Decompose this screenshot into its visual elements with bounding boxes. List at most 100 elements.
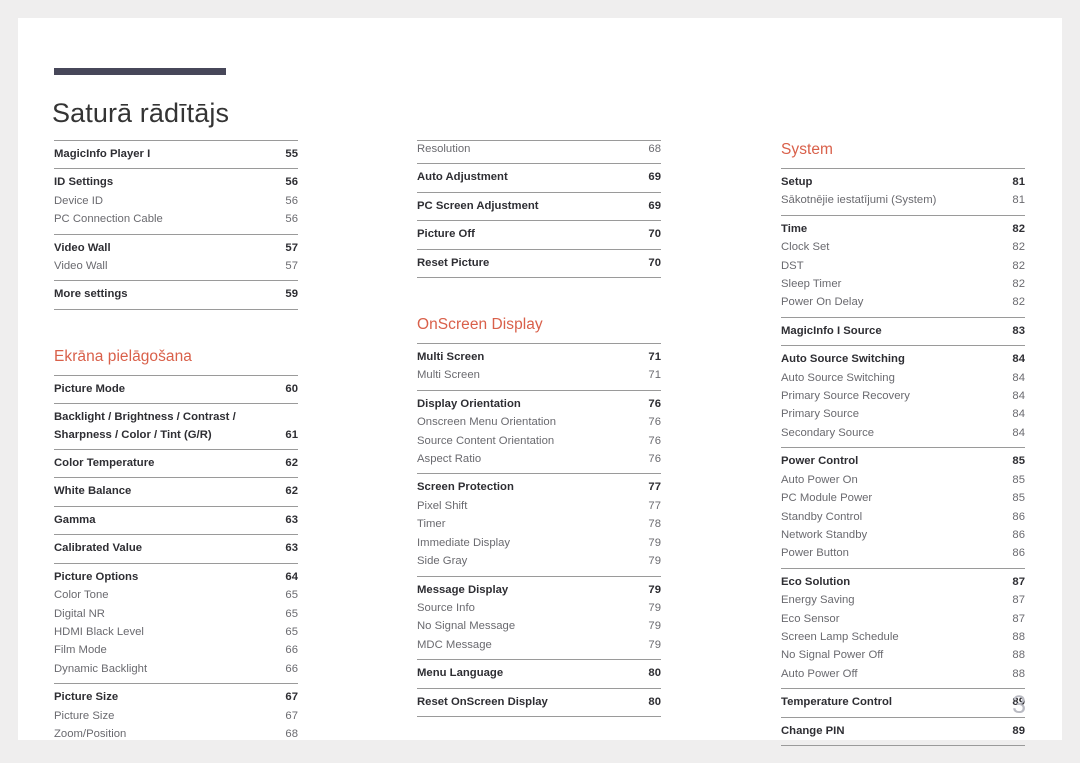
toc-entry-sub[interactable]: Multi Screen 71: [417, 367, 661, 389]
toc-entry-main[interactable]: Picture Size 67: [54, 684, 298, 707]
toc-entry-page: 82: [1012, 278, 1025, 291]
toc-entry-main[interactable]: Auto Source Switching 84: [781, 346, 1025, 369]
toc-entry-page: 79: [648, 583, 661, 596]
toc-entry-main[interactable]: ID Settings 56: [54, 169, 298, 192]
toc-entry-sub[interactable]: Video Wall 57: [54, 258, 298, 280]
toc-entry-page: 77: [648, 481, 661, 494]
toc-entry-label: Primary Source Recovery: [781, 390, 910, 403]
toc-entry-label: MDC Message: [417, 638, 492, 651]
toc-entry-main[interactable]: Power Control 85: [781, 448, 1025, 471]
toc-entry-sub[interactable]: Digital NR 65: [54, 606, 298, 624]
toc-entry-main[interactable]: Picture Mode 60: [54, 376, 298, 403]
toc-group: Picture Size 67 Picture Size 67 Zoom/Positio…: [54, 683, 298, 748]
toc-entry-label: Auto Power Off: [781, 667, 858, 680]
toc-entry-main[interactable]: Backlight / Brightness / Contrast / Shar…: [54, 404, 298, 449]
toc-entry-sub[interactable]: Immediate Display 79: [417, 535, 661, 553]
toc-entry-sub[interactable]: Dynamic Backlight 66: [54, 661, 298, 683]
toc-entry-page: 83: [1012, 324, 1025, 337]
toc-entry-main[interactable]: MagicInfo Player I 55: [54, 141, 298, 168]
toc-entry-main[interactable]: Auto Adjustment 69: [417, 164, 661, 191]
toc-entry-sub[interactable]: Onscreen Menu Orientation 76: [417, 414, 661, 432]
toc-entry-main[interactable]: Change PIN 89: [781, 718, 1025, 745]
toc-entry-sub[interactable]: Device ID 56: [54, 193, 298, 211]
toc-entry-main[interactable]: Picture Off 70: [417, 221, 661, 248]
toc-entry-main[interactable]: Reset Picture 70: [417, 250, 661, 277]
toc-entry-main[interactable]: Message Display 79: [417, 577, 661, 600]
toc-entry-page: 76: [648, 397, 661, 410]
toc-entry-main[interactable]: Setup 81: [781, 169, 1025, 192]
toc-entry-main[interactable]: Gamma 63: [54, 507, 298, 534]
toc-entry-sub[interactable]: No Signal Message 79: [417, 618, 661, 636]
toc-entry-label: Sākotnējie iestatījumi (System): [781, 194, 937, 207]
toc-entry-sub[interactable]: Auto Power On 85: [781, 472, 1025, 490]
toc-entry-sub[interactable]: Aspect Ratio 76: [417, 451, 661, 473]
toc-entry-sub[interactable]: Screen Lamp Schedule 88: [781, 629, 1025, 647]
toc-entry-sub[interactable]: No Signal Power Off 88: [781, 647, 1025, 665]
toc-entry-sub[interactable]: Picture Size 67: [54, 708, 298, 726]
toc-entry-label: Eco Sensor: [781, 612, 840, 625]
toc-entry-page: 69: [648, 171, 661, 184]
toc-entry-main[interactable]: PC Screen Adjustment 69: [417, 193, 661, 220]
toc-entry-main[interactable]: Time 82: [781, 216, 1025, 239]
toc-column-1: MagicInfo Player I 55 ID Settings 56 Device …: [54, 140, 298, 748]
toc-column-3: System Setup 81 Sākotnējie iestatījumi (Sys…: [781, 140, 1025, 746]
toc-entry-sub[interactable]: Sleep Timer 82: [781, 276, 1025, 294]
toc-entry-sub[interactable]: Clock Set 82: [781, 239, 1025, 257]
toc-entry-page: 79: [648, 536, 661, 549]
toc-entry-sub[interactable]: Auto Source Switching 84: [781, 370, 1025, 388]
toc-entry-main[interactable]: Reset OnScreen Display 80: [417, 689, 661, 716]
toc-entry-main[interactable]: Eco Solution 87: [781, 569, 1025, 592]
toc-entry-sub[interactable]: PC Connection Cable 56: [54, 211, 298, 233]
toc-entry-sub[interactable]: Power On Delay 82: [781, 294, 1025, 316]
toc-entry-main[interactable]: Color Temperature 62: [54, 450, 298, 477]
toc-entry-sub[interactable]: Color Tone 65: [54, 587, 298, 605]
toc-entry-main[interactable]: Multi Screen 71: [417, 344, 661, 367]
toc-entry-sub[interactable]: Energy Saving 87: [781, 592, 1025, 610]
toc-entry-sub[interactable]: Primary Source 84: [781, 406, 1025, 424]
toc-entry-main[interactable]: MagicInfo I Source 83: [781, 318, 1025, 345]
toc-entry-main[interactable]: Display Orientation 76: [417, 391, 661, 414]
toc-entry-sub[interactable]: Primary Source Recovery 84: [781, 388, 1025, 406]
toc-entry-sub[interactable]: Film Mode 66: [54, 642, 298, 660]
toc-entry-label: Reset Picture: [417, 256, 490, 269]
toc-entry-main[interactable]: Screen Protection 77: [417, 474, 661, 497]
toc-entry-sub[interactable]: Power Button 86: [781, 545, 1025, 567]
toc-entry-page: 59: [285, 288, 298, 301]
toc-entry-page: 89: [1012, 724, 1025, 737]
toc-entry-sub[interactable]: Eco Sensor 87: [781, 611, 1025, 629]
toc-entry-sub[interactable]: MDC Message 79: [417, 637, 661, 659]
toc-entry-sub[interactable]: Standby Control 86: [781, 509, 1025, 527]
toc-entry-sub[interactable]: Sākotnējie iestatījumi (System) 81: [781, 192, 1025, 214]
toc-entry-main[interactable]: Video Wall 57: [54, 235, 298, 258]
toc-entry-sub[interactable]: Network Standby 86: [781, 527, 1025, 545]
toc-group: Calibrated Value 63: [54, 534, 298, 562]
toc-entry-main[interactable]: Picture Options 64: [54, 564, 298, 587]
toc-entry-page: 60: [285, 382, 298, 395]
toc-entry-label: Auto Adjustment: [417, 171, 508, 184]
toc-entry-sub[interactable]: DST 82: [781, 258, 1025, 276]
toc-entry-sub[interactable]: Auto Power Off 88: [781, 666, 1025, 688]
toc-entry-page: 88: [1012, 667, 1025, 680]
toc-entry-sub[interactable]: Secondary Source 84: [781, 425, 1025, 447]
toc-entry-sub[interactable]: Pixel Shift 77: [417, 498, 661, 516]
toc-entry-main[interactable]: Calibrated Value 63: [54, 535, 298, 562]
toc-entry-sub[interactable]: Side Gray 79: [417, 553, 661, 575]
toc-entry-sub[interactable]: Source Content Orientation 76: [417, 433, 661, 451]
toc-entry-page: 82: [1012, 241, 1025, 254]
toc-entry-sub[interactable]: HDMI Black Level 65: [54, 624, 298, 642]
toc-entry-main[interactable]: More settings 59: [54, 281, 298, 308]
toc-entry-main[interactable]: Temperature Control 89: [781, 689, 1025, 716]
toc-entry-label: Picture Mode: [54, 382, 126, 395]
toc-entry-main[interactable]: Menu Language 80: [417, 660, 661, 687]
toc-entry-label: Change PIN: [781, 724, 845, 737]
toc-entry-sub[interactable]: PC Module Power 85: [781, 490, 1025, 508]
toc-entry-sub[interactable]: Source Info 79: [417, 600, 661, 618]
toc-entry-label: Energy Saving: [781, 594, 855, 607]
toc-entry-sub[interactable]: Timer 78: [417, 516, 661, 534]
toc-entry-sub[interactable]: Resolution 68: [417, 141, 661, 163]
toc-entry-sub[interactable]: Zoom/Position 68: [54, 726, 298, 748]
toc-entry-label: Time: [781, 222, 808, 235]
toc-entry-page: 86: [1012, 528, 1025, 541]
toc-entry-main[interactable]: White Balance 62: [54, 478, 298, 505]
toc-entry-label: Auto Power On: [781, 473, 858, 486]
